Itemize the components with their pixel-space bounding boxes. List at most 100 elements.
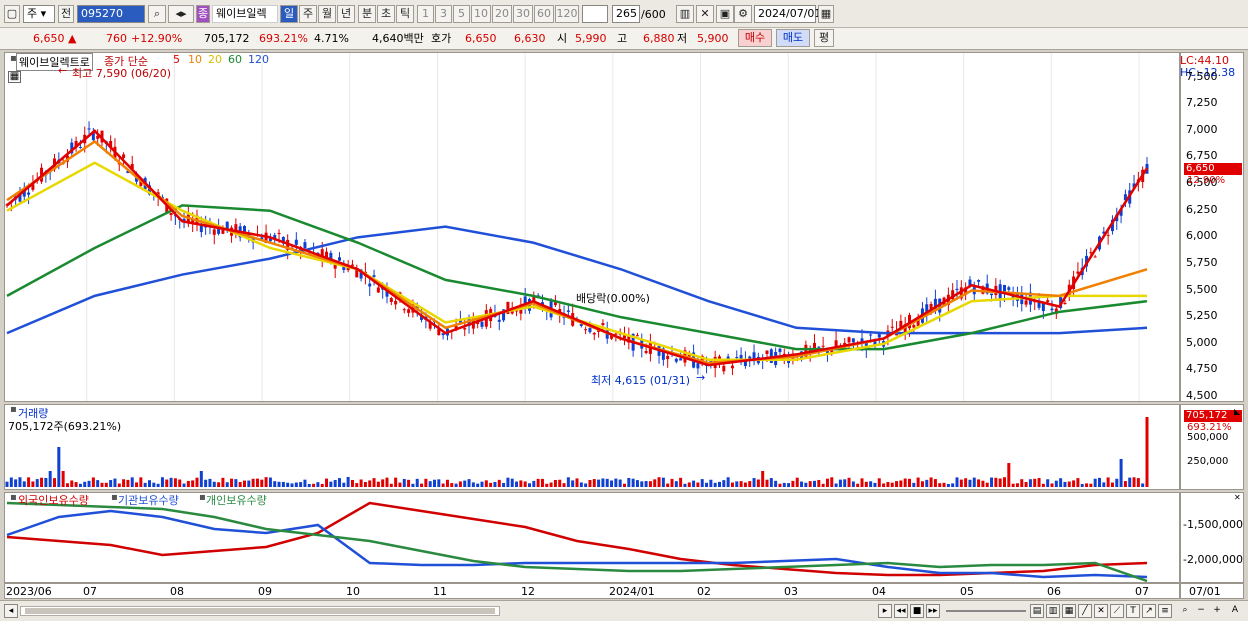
volume-bar bbox=[497, 479, 501, 487]
fit-icon[interactable]: ▦ bbox=[1062, 604, 1076, 618]
draw-cross-icon[interactable]: ✕ bbox=[1094, 604, 1108, 618]
period-year[interactable]: 년 bbox=[337, 5, 355, 23]
average-button[interactable]: 평 bbox=[814, 29, 834, 47]
zoom-in-icon[interactable]: + bbox=[1210, 604, 1224, 618]
candle-body bbox=[1063, 302, 1067, 305]
interval-120[interactable]: 120 bbox=[555, 5, 579, 23]
zoom-search-icon[interactable]: ⌕ bbox=[1178, 604, 1192, 618]
volume-bar bbox=[1145, 417, 1149, 487]
period-second[interactable]: 초 bbox=[377, 5, 395, 23]
volume-bar bbox=[657, 477, 661, 487]
period-day[interactable]: 일 bbox=[280, 5, 298, 23]
volume-bar bbox=[48, 471, 52, 487]
prev-next-icon[interactable]: ◂▸ bbox=[168, 5, 194, 23]
volume-panel[interactable] bbox=[4, 404, 1180, 490]
period-minute[interactable]: 분 bbox=[358, 5, 376, 23]
volume-menu-icon[interactable]: ◣ bbox=[1234, 407, 1240, 416]
period-week[interactable]: 주 bbox=[299, 5, 317, 23]
custom-interval-select[interactable] bbox=[582, 5, 608, 23]
interval-5[interactable]: 5 bbox=[453, 5, 470, 23]
volume-bar bbox=[320, 483, 324, 487]
candle-body bbox=[122, 154, 126, 158]
market-select[interactable]: 주 ▾ bbox=[23, 5, 55, 23]
volume-bar bbox=[579, 482, 583, 487]
legend-handle-icon: ▪ bbox=[111, 492, 118, 503]
gear-icon[interactable]: ⚙ bbox=[734, 5, 752, 23]
split-icon[interactable]: ▥ bbox=[1046, 604, 1060, 618]
volume-bar bbox=[389, 483, 393, 487]
draw-arrow-icon[interactable]: ↗ bbox=[1142, 604, 1156, 618]
font-size-icon[interactable]: A bbox=[1228, 604, 1242, 618]
candle-body bbox=[1007, 287, 1011, 290]
period-tick[interactable]: 틱 bbox=[396, 5, 414, 23]
volume-bar bbox=[420, 483, 424, 487]
group-icon[interactable]: 종 bbox=[196, 5, 210, 23]
candle-icon[interactable]: ▥ bbox=[676, 5, 694, 23]
count-input[interactable]: 265 bbox=[612, 5, 640, 23]
volume-bar bbox=[325, 478, 329, 487]
candle-body bbox=[955, 288, 959, 291]
candle-body bbox=[402, 309, 406, 311]
zoom-out-icon[interactable]: − bbox=[1194, 604, 1208, 618]
y-tick-label: 6,750 bbox=[1186, 149, 1218, 163]
sell-button[interactable]: 매도 bbox=[776, 29, 810, 47]
interval-30[interactable]: 30 bbox=[513, 5, 533, 23]
buy-button[interactable]: 매수 bbox=[738, 29, 772, 47]
scroll-track[interactable] bbox=[20, 606, 500, 616]
table-icon[interactable]: ▦ bbox=[8, 71, 21, 83]
holdings-panel[interactable] bbox=[4, 492, 1180, 583]
layout-icon[interactable]: ▤ bbox=[1030, 604, 1044, 618]
draw-line-icon[interactable]: ╱ bbox=[1078, 604, 1092, 618]
volume-bar bbox=[774, 480, 778, 487]
stop-icon[interactable]: ■ bbox=[910, 604, 924, 618]
search-icon[interactable]: ⌕ bbox=[148, 5, 166, 23]
volume-bar bbox=[139, 477, 143, 487]
volume-bar bbox=[251, 478, 255, 487]
volume-bar bbox=[480, 481, 484, 487]
candle-body bbox=[389, 298, 393, 302]
zoom-slider[interactable] bbox=[946, 610, 1026, 612]
scroll-right-icon[interactable]: ▸ bbox=[878, 604, 892, 618]
volume-bar bbox=[920, 481, 924, 487]
x-axis: 2023/06 07 08 09 10 11 12 2024/01 02 03 04 05 06 07 bbox=[4, 583, 1180, 599]
rewind-icon[interactable]: ◂◂ bbox=[894, 604, 908, 618]
price-panel[interactable] bbox=[4, 52, 1180, 402]
price-tag: 6,650 bbox=[1184, 163, 1242, 175]
holdings-menu-icon[interactable]: ✕ bbox=[1234, 493, 1241, 502]
period-month[interactable]: 월 bbox=[318, 5, 336, 23]
ma-20-label: 20 bbox=[208, 53, 222, 66]
volume-bar bbox=[471, 482, 475, 487]
interval-1[interactable]: 1 bbox=[417, 5, 434, 23]
draw-trend-icon[interactable]: ⟋ bbox=[1110, 604, 1124, 618]
turnover-value: 4.71% bbox=[314, 32, 349, 45]
volume-bar bbox=[959, 479, 963, 487]
save-icon[interactable]: ▣ bbox=[716, 5, 734, 23]
interval-20[interactable]: 20 bbox=[492, 5, 512, 23]
volume-bar bbox=[398, 482, 402, 487]
crosshair-icon[interactable]: ✕ bbox=[696, 5, 714, 23]
candle-body bbox=[778, 348, 782, 353]
volume-bar bbox=[627, 477, 631, 487]
volume-bar bbox=[666, 483, 670, 487]
interval-60[interactable]: 60 bbox=[534, 5, 554, 23]
volume-bar bbox=[946, 483, 950, 487]
interval-10[interactable]: 10 bbox=[471, 5, 491, 23]
candle-body bbox=[1093, 256, 1097, 258]
draw-text-icon[interactable]: T bbox=[1126, 604, 1140, 618]
window-menu-icon[interactable]: ▢ bbox=[4, 5, 20, 23]
candle-body bbox=[869, 334, 873, 336]
stock-code-input[interactable]: 095270 bbox=[77, 5, 145, 23]
candle-body bbox=[584, 329, 588, 331]
scroll-left-icon[interactable]: ◂ bbox=[4, 604, 18, 618]
date-input[interactable]: 2024/07/01 bbox=[754, 5, 821, 23]
mode-button[interactable]: 전 bbox=[58, 5, 74, 23]
volume-bar bbox=[113, 478, 117, 487]
fast-forward-icon[interactable]: ▸▸ bbox=[926, 604, 940, 618]
scroll-thumb[interactable] bbox=[25, 608, 495, 614]
interval-3[interactable]: 3 bbox=[435, 5, 452, 23]
volume-bar bbox=[363, 481, 367, 487]
volume-bar bbox=[856, 483, 860, 487]
volume-bar bbox=[1080, 483, 1084, 487]
draw-fib-icon[interactable]: ≡ bbox=[1158, 604, 1172, 618]
calendar-icon[interactable]: ▦ bbox=[818, 5, 834, 23]
